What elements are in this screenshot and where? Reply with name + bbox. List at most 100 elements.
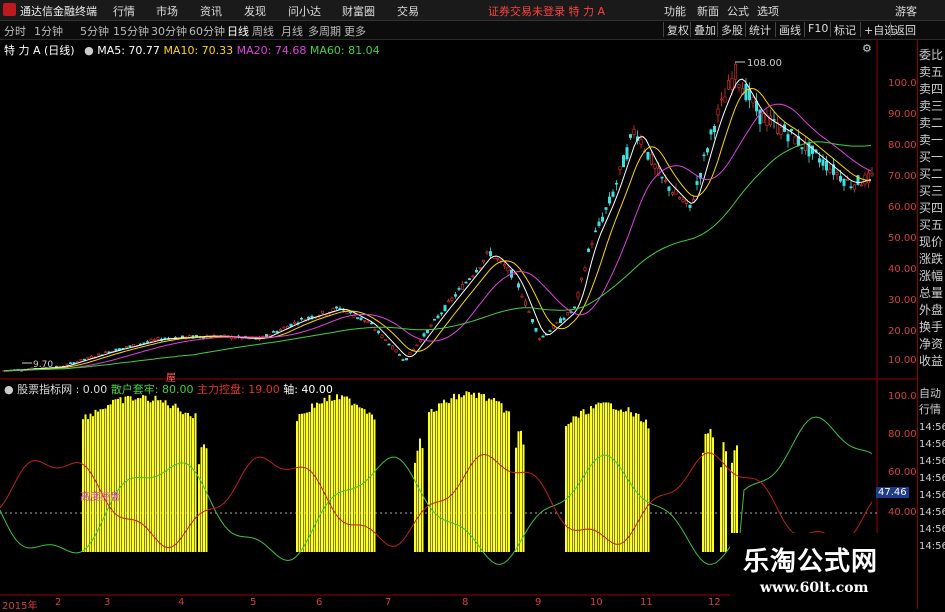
- candle-body: [443, 305, 447, 312]
- indicator-toggle-icon[interactable]: ●: [4, 383, 14, 396]
- tool-back[interactable]: 返回: [890, 22, 919, 37]
- candle-body: [604, 207, 608, 210]
- indicator-annotation: 高度控盘: [80, 492, 120, 503]
- period-fenshi[interactable]: 分时: [4, 23, 26, 39]
- watermark-title: 乐淘公式网: [743, 547, 879, 577]
- candlestick-series: [2, 61, 874, 372]
- candle-body: [835, 172, 839, 175]
- candle-body: [534, 328, 538, 332]
- period-1min[interactable]: 1分钟: [34, 23, 63, 39]
- menu-caifuquan[interactable]: 财富圈: [342, 3, 375, 19]
- indicator-bar: [343, 396, 346, 552]
- candle-body: [282, 326, 286, 329]
- candle-body: [429, 324, 433, 327]
- candle-body: [331, 308, 335, 312]
- candle-body: [695, 181, 699, 185]
- candle-body: [726, 80, 730, 90]
- chart-area[interactable]: 108.00 9.70: [0, 40, 917, 609]
- ma-toggle-icon[interactable]: ●: [84, 44, 94, 57]
- indicator-name[interactable]: 股票指标网 : 0.00: [17, 383, 107, 396]
- tool-diejia[interactable]: 叠加: [690, 22, 719, 37]
- indicator-header: ● 股票指标网 : 0.00 散户套牢: 80.00 主力控盘: 19.00 轴…: [4, 381, 333, 397]
- tool-biaoji[interactable]: 标记: [830, 22, 859, 37]
- candle-body: [299, 317, 303, 320]
- period-5min[interactable]: 5分钟: [80, 23, 109, 39]
- indicator-bar: [517, 431, 520, 552]
- candle-body: [390, 345, 394, 350]
- indicator-bar: [117, 399, 119, 552]
- menu-shichang[interactable]: 市场: [156, 3, 178, 19]
- period-weekly[interactable]: 周线: [252, 23, 274, 39]
- candle-body: [422, 333, 426, 337]
- candle-body: [712, 125, 716, 133]
- indicator-bar: [498, 401, 500, 552]
- candle-body: [558, 318, 562, 324]
- indicator-bar: [602, 402, 605, 552]
- period-30min[interactable]: 30分钟: [151, 23, 187, 39]
- rp-item-6: 买一: [919, 150, 944, 164]
- period-daily[interactable]: 日线: [227, 23, 249, 39]
- candle-body: [572, 306, 576, 309]
- rp-item-12: 涨跌: [919, 252, 944, 266]
- indicator-bar: [485, 400, 488, 552]
- tool-fuquan[interactable]: 复权: [663, 22, 692, 37]
- tool-f10[interactable]: F10: [804, 22, 831, 37]
- indicator-bar: [707, 433, 709, 552]
- rp-item-3: 卖三: [919, 99, 944, 113]
- menu-zixun[interactable]: 资讯: [200, 3, 222, 19]
- x-label-3: 3: [104, 597, 111, 608]
- candle-body: [506, 266, 510, 272]
- indicator-bar: [134, 399, 137, 552]
- candle-body: [639, 139, 643, 145]
- indicator-bar: [194, 413, 197, 552]
- candle-body: [548, 330, 552, 332]
- rp-item-7: 买二: [919, 167, 944, 181]
- indicator-bar: [435, 410, 438, 552]
- menu-faxian[interactable]: 发现: [244, 3, 266, 19]
- value-badge: 47.46: [876, 487, 909, 498]
- candle-body: [306, 316, 310, 319]
- indicator-bar: [192, 418, 194, 552]
- x-label-6: 6: [316, 597, 323, 608]
- period-monthly[interactable]: 月线: [281, 23, 303, 39]
- candle-body: [86, 356, 90, 359]
- rp-auto[interactable]: 自动: [919, 386, 945, 401]
- candle-body: [653, 164, 657, 169]
- menu-wenxiaoda[interactable]: 问小达: [288, 3, 321, 19]
- indicator-bar: [600, 403, 602, 552]
- candle-body: [555, 321, 559, 324]
- rp-item-2: 卖四: [919, 82, 944, 96]
- indicator-bar: [582, 409, 585, 552]
- tool-duogu[interactable]: 多股: [717, 22, 746, 37]
- indicator-bar: [129, 396, 132, 552]
- period-more[interactable]: 更多: [344, 23, 366, 39]
- chart-settings-icon[interactable]: ⚙: [862, 42, 872, 55]
- period-multi[interactable]: 多周期: [308, 23, 341, 39]
- user-label[interactable]: 游客: [895, 3, 917, 19]
- candle-body: [758, 109, 762, 125]
- menu-hangqing[interactable]: 行情: [113, 3, 135, 19]
- y-tick-70: 70.00: [888, 171, 917, 182]
- candle-body: [590, 243, 594, 246]
- candle-body: [688, 204, 692, 208]
- menu-xinmian[interactable]: 新面: [697, 3, 719, 19]
- period-15min[interactable]: 15分钟: [113, 23, 149, 39]
- menu-gongneng[interactable]: 功能: [664, 3, 686, 19]
- rp-hangqing[interactable]: 行情: [919, 402, 945, 417]
- indicator-bar: [590, 406, 592, 552]
- indicator-bar: [595, 404, 597, 552]
- period-60min[interactable]: 60分钟: [189, 23, 225, 39]
- y-tick-90: 90.00: [888, 109, 917, 120]
- indicator-bar: [440, 403, 443, 552]
- indicator-bar: [189, 416, 192, 552]
- y-tick-40: 40.00: [888, 264, 917, 275]
- ind-y-tick-60: 60.00: [888, 467, 917, 478]
- candle-body: [408, 352, 412, 355]
- tool-huaxian[interactable]: 画线: [775, 22, 804, 37]
- tool-tongji[interactable]: 统计: [745, 22, 774, 37]
- menu-gongshi[interactable]: 公式: [727, 3, 749, 19]
- menu-jiaoyi[interactable]: 交易: [397, 3, 419, 19]
- menu-xuanxiang[interactable]: 选项: [757, 3, 779, 19]
- candle-body: [79, 358, 83, 362]
- indicator-bar: [363, 409, 366, 552]
